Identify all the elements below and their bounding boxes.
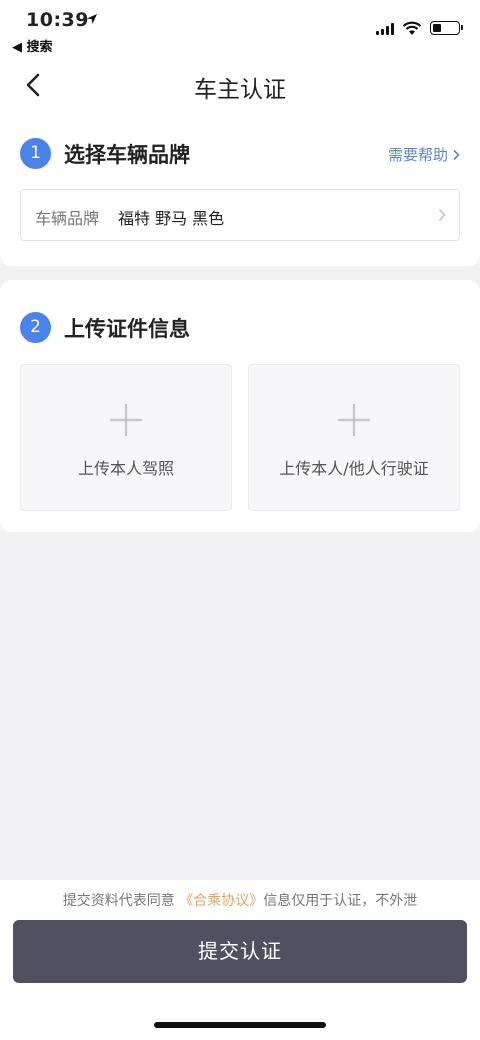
location-arrow-icon — [87, 14, 97, 24]
page-title: 车主认证 — [194, 77, 286, 103]
brand-section: 1 选择车辆品牌 需要帮助 车辆品牌 福特 野马 黑色 — [0, 114, 480, 266]
nav-bar: 车主认证 — [0, 56, 480, 114]
vehicle-brand-value: 福特 野马 黑色 — [118, 209, 225, 228]
upload-license-button[interactable]: 上传本人驾照 — [20, 364, 232, 511]
agreement-link[interactable]: 《合乘协议》 — [179, 893, 263, 909]
status-time: 10:39 — [26, 9, 89, 31]
agreement-text: 提交资料代表同意 《合乘协议》信息仅用于认证，不外泄 — [0, 890, 480, 910]
step-2-badge: 2 — [20, 312, 51, 343]
help-link-label: 需要帮助 — [387, 146, 448, 164]
chevron-right-icon — [438, 209, 446, 221]
cellular-signal-icon — [376, 22, 394, 35]
battery-icon — [430, 21, 463, 35]
agreement-suffix: 信息仅用于认证，不外泄 — [263, 893, 418, 909]
step-2-title: 上传证件信息 — [64, 317, 190, 341]
upload-registration-label: 上传本人/他人行驶证 — [279, 459, 429, 478]
plus-icon — [338, 404, 370, 436]
plus-icon — [110, 404, 142, 436]
back-to-app-link[interactable]: ◀ 搜索 — [12, 36, 53, 55]
upload-section: 2 上传证件信息 上传本人驾照 上传本人/他人行驶证 — [0, 280, 480, 532]
chevron-right-icon — [453, 149, 460, 160]
status-bar: 10:39 ◀ 搜索 — [0, 0, 480, 56]
home-indicator[interactable] — [154, 1022, 326, 1028]
footer: 提交资料代表同意 《合乘协议》信息仅用于认证，不外泄 提交认证 — [0, 880, 480, 1040]
step-1-title: 选择车辆品牌 — [64, 143, 190, 167]
vehicle-brand-label: 车辆品牌 — [35, 209, 100, 228]
upload-license-label: 上传本人驾照 — [77, 459, 174, 478]
help-link[interactable]: 需要帮助 — [388, 144, 460, 165]
upload-registration-button[interactable]: 上传本人/他人行驶证 — [248, 364, 460, 511]
vehicle-brand-selector[interactable]: 车辆品牌 福特 野马 黑色 — [20, 189, 460, 241]
agreement-prefix: 提交资料代表同意 — [62, 893, 175, 909]
submit-button[interactable]: 提交认证 — [13, 920, 467, 983]
wifi-icon — [402, 21, 422, 35]
step-1-badge: 1 — [20, 138, 51, 169]
status-icons — [376, 20, 463, 36]
